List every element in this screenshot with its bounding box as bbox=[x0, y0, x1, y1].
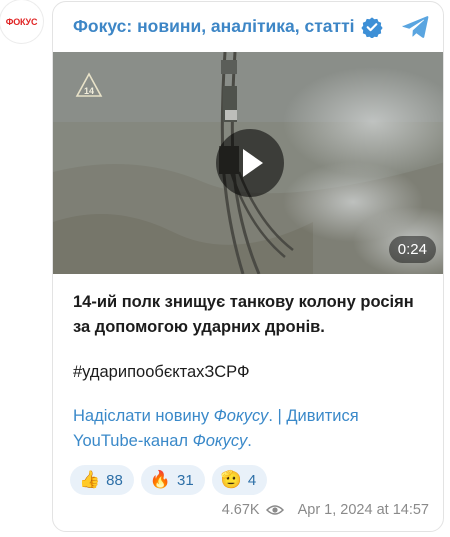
salute-icon: 🫡 bbox=[220, 470, 242, 490]
thumbs-up-icon: 👍 bbox=[79, 470, 101, 490]
reaction-count: 88 bbox=[106, 471, 123, 489]
reaction-count: 4 bbox=[247, 471, 257, 489]
telegram-icon[interactable] bbox=[401, 14, 429, 40]
view-count: 4.67K bbox=[221, 502, 260, 518]
avatar-logo-text: ФОКУС bbox=[5, 16, 38, 27]
reaction-fire[interactable]: 🔥 31 bbox=[140, 465, 205, 495]
reaction-count: 31 bbox=[177, 471, 194, 489]
eye-icon bbox=[265, 505, 284, 515]
post-title: 14-ий полк знищує танкову колону росіян … bbox=[73, 293, 414, 336]
unit-badge-icon: 14 bbox=[75, 72, 103, 97]
verified-badge-icon bbox=[361, 17, 383, 38]
post-links: Надіслати новину Фокусу. | Дивитися YouT… bbox=[73, 407, 359, 450]
post-card: Фокус: новини, аналітика, статті 14 0:24… bbox=[52, 1, 444, 532]
svg-text:14: 14 bbox=[84, 86, 94, 96]
play-button[interactable] bbox=[216, 129, 284, 197]
link-separator: . | bbox=[268, 407, 287, 425]
post-timestamp: Apr 1, 2024 at 14:57 bbox=[297, 502, 429, 518]
channel-name[interactable]: Фокус: новини, аналітика, статті bbox=[73, 16, 355, 37]
post-meta: 4.67K Apr 1, 2024 at 14:57 bbox=[222, 502, 429, 518]
send-news-link[interactable]: Надіслати новину Фокусу bbox=[73, 407, 268, 425]
post-header: Фокус: новини, аналітика, статті bbox=[53, 2, 443, 52]
video-player[interactable]: 14 0:24 bbox=[53, 52, 443, 274]
reaction-salute[interactable]: 🫡 4 bbox=[211, 465, 268, 495]
channel-avatar[interactable]: ФОКУС bbox=[0, 0, 43, 43]
post-text: 14-ий полк знищує танкову колону росіян … bbox=[73, 290, 433, 454]
reaction-thumbs-up[interactable]: 👍 88 bbox=[70, 465, 134, 495]
video-duration: 0:24 bbox=[388, 236, 436, 263]
reactions-bar: 👍 88 🔥 31 🫡 4 bbox=[70, 465, 268, 495]
hashtag[interactable]: #ударипообєктахЗСРФ bbox=[73, 360, 433, 385]
fire-icon: 🔥 bbox=[149, 470, 172, 490]
